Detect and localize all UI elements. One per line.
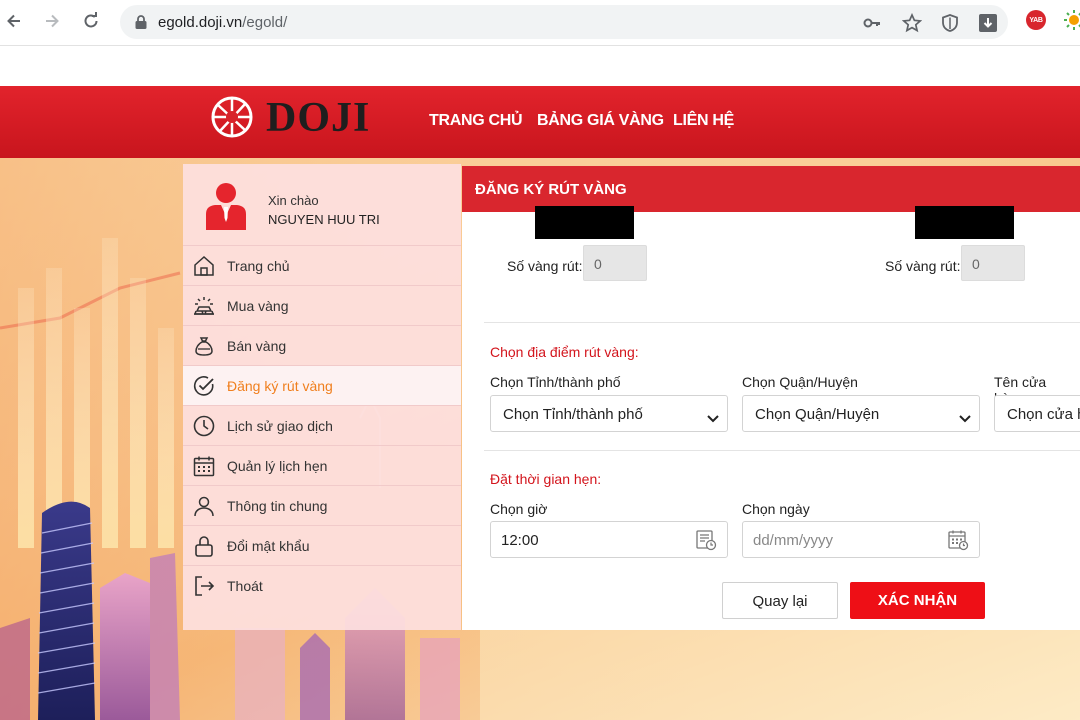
user-avatar-icon: [206, 183, 246, 230]
calendar-picker-icon[interactable]: [947, 529, 969, 555]
doji-emblem-icon: [211, 96, 253, 138]
amount-label: Số vàng rút:: [507, 258, 583, 274]
reload-icon[interactable]: [79, 9, 103, 33]
redacted-block: [915, 206, 1014, 239]
amount-input[interactable]: 0: [961, 245, 1025, 281]
time-picker-icon[interactable]: [695, 529, 717, 555]
confirm-button[interactable]: XÁC NHẬN: [850, 582, 985, 619]
sun-extension-icon[interactable]: [1064, 10, 1080, 30]
province-select-value: Chọn Tỉnh/thành phố: [503, 406, 643, 423]
chevron-down-icon: [959, 410, 971, 427]
date-input[interactable]: dd/mm/yyyy: [742, 521, 980, 558]
avatar: [205, 182, 247, 230]
district-select-value: Chọn Quận/Huyện: [755, 406, 880, 423]
star-icon[interactable]: [901, 12, 923, 33]
time-label: Chọn giờ: [490, 501, 548, 517]
download-icon[interactable]: [978, 13, 998, 33]
home-icon: [192, 254, 216, 278]
nav-trang-chu[interactable]: TRANG CHỦ: [429, 112, 523, 130]
store-select[interactable]: Chọn cửa hàng: [994, 395, 1080, 432]
amount-input[interactable]: 0: [583, 245, 647, 281]
province-select[interactable]: Chọn Tỉnh/thành phố: [490, 395, 728, 432]
chevron-down-icon: [707, 410, 719, 427]
greeting-text: Xin chào: [268, 193, 319, 208]
store-select-value: Chọn cửa hàng: [1007, 406, 1080, 423]
sidebar-item-lich-su-giao-dich[interactable]: Lịch sử giao dịch: [183, 406, 461, 446]
nav-lien-he[interactable]: LIÊN HỆ: [673, 112, 734, 130]
check-circle-icon: [192, 374, 216, 398]
sidebar-item-doi-mat-khau[interactable]: Đổi mật khẩu: [183, 526, 461, 566]
sidebar-item-mua-vang[interactable]: Mua vàng: [183, 286, 461, 326]
sidebar-item-label: Trang chủ: [227, 258, 290, 274]
nav-bang-gia-vang[interactable]: BẢNG GIÁ VÀNG: [537, 112, 664, 130]
time-section-title: Đặt thời gian hẹn:: [490, 471, 602, 487]
url-host: egold.doji.vn: [158, 14, 243, 31]
key-icon[interactable]: [862, 13, 882, 33]
time-input[interactable]: 12:00: [490, 521, 728, 558]
sidebar-item-label: Thông tin chung: [227, 498, 328, 514]
withdraw-form-panel: ĐĂNG KÝ RÚT VÀNG Số vàng rút: 0 Số vàng …: [462, 166, 1080, 630]
shield-icon[interactable]: [940, 13, 960, 33]
lock-icon: [192, 534, 216, 558]
back-button[interactable]: Quay lại: [722, 582, 838, 619]
sidebar-item-label: Đăng ký rút vàng: [227, 378, 333, 394]
lock-icon[interactable]: [134, 14, 148, 35]
username: NGUYEN HUU TRI: [268, 212, 380, 227]
logout-icon: [192, 574, 216, 598]
location-section-title: Chọn địa điểm rút vàng:: [490, 344, 639, 360]
divider: [484, 322, 1080, 323]
gold-bars-icon: [192, 294, 216, 318]
user-icon: [192, 494, 216, 518]
site-header: DOJI TRANG CHỦ BẢNG GIÁ VÀNG LIÊN HỆ: [0, 86, 1080, 158]
district-label: Chọn Quận/Huyện: [742, 374, 858, 390]
browser-toolbar: egold.doji.vn/egold/ YAB: [0, 0, 1080, 46]
calendar-icon: [192, 454, 216, 478]
user-box: Xin chào NGUYEN HUU TRI: [183, 164, 461, 246]
yab-extension-icon[interactable]: YAB: [1026, 10, 1046, 30]
sidebar-item-label: Lịch sử giao dịch: [227, 418, 333, 434]
amount-label: Số vàng rút:: [885, 258, 961, 274]
forward-arrow-icon[interactable]: [40, 9, 64, 33]
redacted-block: [535, 206, 634, 239]
sidebar-item-trang-chu[interactable]: Trang chủ: [183, 246, 461, 286]
address-bar[interactable]: egold.doji.vn/egold/: [120, 5, 1008, 39]
divider: [484, 450, 1080, 451]
district-select[interactable]: Chọn Quận/Huyện: [742, 395, 980, 432]
sidebar-item-label: Quản lý lịch hẹn: [227, 458, 328, 474]
url-path: /egold/: [242, 14, 288, 31]
sidebar-item-label: Bán vàng: [227, 338, 287, 354]
sidebar-item-thoat[interactable]: Thoát: [183, 566, 461, 606]
time-input-value: 12:00: [501, 532, 539, 549]
date-input-placeholder: dd/mm/yyyy: [753, 532, 834, 549]
back-arrow-icon[interactable]: [2, 9, 26, 33]
yab-badge-text: YAB: [1029, 16, 1043, 24]
sidebar-item-quan-ly-lich-hen[interactable]: Quản lý lịch hẹn: [183, 446, 461, 486]
url-text[interactable]: egold.doji.vn/egold/: [158, 14, 287, 31]
money-bag-icon: [192, 334, 216, 358]
sidebar-item-thong-tin-chung[interactable]: Thông tin chung: [183, 486, 461, 526]
sidebar-item-label: Thoát: [227, 578, 263, 594]
sidebar: Xin chào NGUYEN HUU TRI Trang chủ Mua và…: [183, 164, 461, 630]
sidebar-item-dang-ky-rut-vang[interactable]: Đăng ký rút vàng: [183, 366, 461, 406]
sidebar-item-ban-vang[interactable]: Bán vàng: [183, 326, 461, 366]
province-label: Chọn Tỉnh/thành phố: [490, 374, 621, 390]
sidebar-item-label: Đổi mật khẩu: [227, 538, 310, 554]
date-label: Chọn ngày: [742, 501, 810, 517]
doji-logo[interactable]: DOJI: [210, 94, 370, 142]
brand-name: DOJI: [266, 95, 371, 141]
clock-icon: [192, 414, 216, 438]
sidebar-item-label: Mua vàng: [227, 298, 289, 314]
page-title: ĐĂNG KÝ RÚT VÀNG: [475, 181, 627, 198]
